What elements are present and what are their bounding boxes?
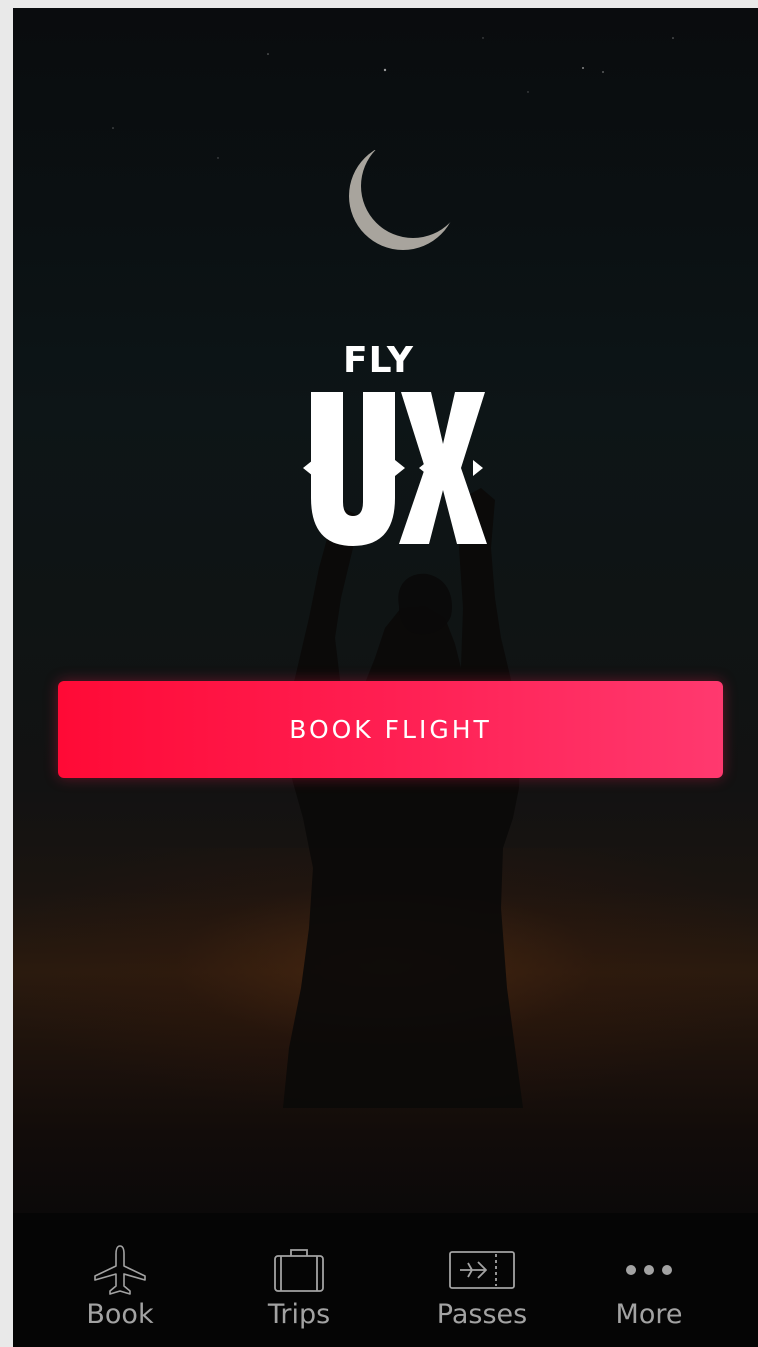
tab-more[interactable]: More: [599, 1213, 699, 1347]
tab-book[interactable]: Book: [70, 1213, 170, 1347]
tab-book-label: Book: [86, 1299, 154, 1330]
boarding-pass-icon: [448, 1241, 516, 1299]
bottom-tab-bar: Book Trips Passes More: [13, 1213, 758, 1347]
tab-trips-label: Trips: [267, 1299, 331, 1330]
book-flight-button[interactable]: BOOK FLIGHT: [58, 681, 723, 778]
app-screen: FLY BOOK FLIGHT Book Trips Passes More: [13, 8, 758, 1347]
logo-fly-text: FLY: [343, 340, 414, 381]
person-silhouette-image: [283, 488, 523, 1108]
book-flight-label: BOOK FLIGHT: [289, 715, 492, 744]
suitcase-icon: [273, 1241, 325, 1299]
tab-passes-label: Passes: [436, 1299, 528, 1330]
crescent-moon-image: [349, 150, 457, 250]
more-dots-icon: [624, 1241, 674, 1299]
tab-more-label: More: [615, 1299, 683, 1330]
tab-passes[interactable]: Passes: [427, 1213, 537, 1347]
airplane-icon: [93, 1241, 147, 1299]
tab-trips[interactable]: Trips: [249, 1213, 349, 1347]
device-frame: FLY BOOK FLIGHT Book Trips Passes More: [0, 0, 758, 1347]
logo-ux-graphic: [303, 392, 487, 546]
